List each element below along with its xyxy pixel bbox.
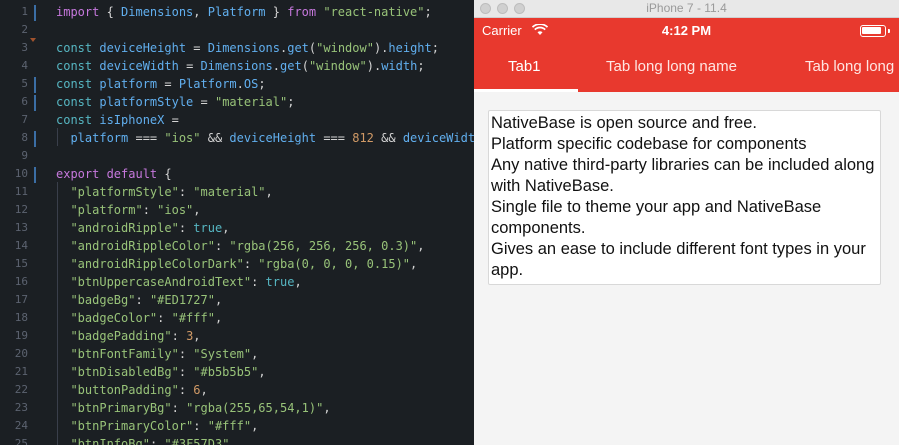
- line-number: 4: [21, 59, 28, 72]
- tab-tab1[interactable]: Tab1: [508, 44, 541, 92]
- line-number: 24: [14, 419, 28, 432]
- line-number: 13: [14, 221, 28, 234]
- git-change-marker: [34, 167, 36, 183]
- code-text: "btnInfoBg": "#3F57D3",: [70, 437, 237, 445]
- line-number: 23: [14, 401, 28, 414]
- line-number: 17: [14, 293, 28, 306]
- simulator-titlebar: iPhone 7 - 11.4: [474, 0, 899, 18]
- code-text: "badgePadding": 3,: [70, 329, 201, 343]
- code-line[interactable]: 10 export default {: [0, 165, 474, 183]
- code-text: "btnFontFamily": "System",: [70, 347, 259, 361]
- code-line[interactable]: 21 "btnDisabledBg": "#b5b5b5",: [0, 363, 474, 381]
- tab-bar: Tab1 Tab long long name Tab long long na…: [474, 44, 899, 92]
- code-text: "badgeColor": "#fff",: [70, 311, 223, 325]
- code-line[interactable]: 15 "androidRippleColorDark": "rgba(0, 0,…: [0, 255, 474, 273]
- code-line[interactable]: 8 platform === "ios" && deviceHeight ===…: [0, 129, 474, 147]
- line-number: 15: [14, 257, 28, 270]
- line-number: 18: [14, 311, 28, 324]
- content-card: NativeBase is open source and free. Plat…: [488, 110, 881, 285]
- simulator-title: iPhone 7 - 11.4: [646, 1, 727, 15]
- code-text: "androidRippleColor": "rgba(256, 256, 25…: [70, 239, 425, 253]
- code-line[interactable]: 2: [0, 21, 474, 39]
- line-number: 9: [21, 149, 28, 162]
- code-line[interactable]: 17 "badgeBg": "#ED1727",: [0, 291, 474, 309]
- code-text: platform === "ios" && deviceHeight === 8…: [70, 131, 474, 145]
- iphone-simulator: iPhone 7 - 11.4 Carrier 4:12 PM Tab1 Tab…: [474, 0, 899, 445]
- active-tab-indicator: [474, 89, 578, 92]
- line-number: 3: [21, 41, 28, 54]
- code-line[interactable]: 22 "buttonPadding": 6,: [0, 381, 474, 399]
- code-line[interactable]: 19 "badgePadding": 3,: [0, 327, 474, 345]
- line-number: 25: [14, 437, 28, 445]
- line-number: 11: [14, 185, 28, 198]
- git-change-marker: [34, 5, 36, 21]
- paragraph: NativeBase is open source and free.: [491, 114, 757, 132]
- code-line[interactable]: 4 const deviceWidth = Dimensions.get("win…: [0, 57, 474, 75]
- status-bar: Carrier 4:12 PM: [474, 18, 899, 44]
- code-text: "btnPrimaryColor": "#fff",: [70, 419, 259, 433]
- line-number: 7: [21, 113, 28, 126]
- line-number: 2: [21, 23, 28, 36]
- line-number: 22: [14, 383, 28, 396]
- code-text: const deviceHeight = Dimensions.get("win…: [56, 41, 439, 55]
- code-line[interactable]: 12 "platform": "ios",: [0, 201, 474, 219]
- code-line[interactable]: 6 const platformStyle = "material";: [0, 93, 474, 111]
- code-line[interactable]: 16 "btnUppercaseAndroidText": true,: [0, 273, 474, 291]
- code-line[interactable]: 7 const isIphoneX =: [0, 111, 474, 129]
- code-text: "androidRipple": true,: [70, 221, 230, 235]
- tab-long-name-1[interactable]: Tab long long name: [606, 44, 737, 92]
- paragraph: Gives an ease to include different font …: [491, 240, 866, 279]
- code-text: export default {: [56, 167, 172, 181]
- code-text: const deviceWidth = Dimensions.get("wind…: [56, 59, 425, 73]
- code-text: "buttonPadding": 6,: [70, 383, 208, 397]
- paragraph: Platform specific codebase for component…: [491, 135, 807, 153]
- code-line[interactable]: 24 "btnPrimaryColor": "#fff",: [0, 417, 474, 435]
- tab-long-name-2[interactable]: Tab long long name: [805, 44, 899, 92]
- git-change-marker: [34, 77, 36, 93]
- code-text: "androidRippleColorDark": "rgba(0, 0, 0,…: [70, 257, 418, 271]
- code-line[interactable]: 5 const platform = Platform.OS;: [0, 75, 474, 93]
- code-line[interactable]: 11 "platformStyle": "material",: [0, 183, 474, 201]
- line-number: 5: [21, 77, 28, 90]
- git-change-marker: [34, 131, 36, 147]
- code-text: "badgeBg": "#ED1727",: [70, 293, 223, 307]
- git-change-marker: [34, 95, 36, 111]
- code-line[interactable]: 25 "btnInfoBg": "#3F57D3",: [0, 435, 474, 445]
- line-number: 16: [14, 275, 28, 288]
- code-text: "platform": "ios",: [70, 203, 201, 217]
- code-line[interactable]: 20 "btnFontFamily": "System",: [0, 345, 474, 363]
- paragraph: Any native third-party libraries can be …: [491, 156, 875, 195]
- code-line[interactable]: 3 const deviceHeight = Dimensions.get("wi…: [0, 39, 474, 57]
- code-line[interactable]: 23 "btnPrimaryBg": "rgba(255,65,54,1)",: [0, 399, 474, 417]
- code-line[interactable]: 9: [0, 147, 474, 165]
- code-text: import { Dimensions, Platform } from "re…: [56, 5, 432, 19]
- code-text: const platformStyle = "material";: [56, 95, 295, 109]
- line-number: 20: [14, 347, 28, 360]
- code-text: "platformStyle": "material",: [70, 185, 273, 199]
- code-text: "btnPrimaryBg": "rgba(255,65,54,1)",: [70, 401, 331, 415]
- status-time: 4:12 PM: [661, 23, 712, 38]
- line-number: 10: [14, 167, 28, 180]
- code-line[interactable]: 13 "androidRipple": true,: [0, 219, 474, 237]
- code-line[interactable]: 18 "badgeColor": "#fff",: [0, 309, 474, 327]
- line-number: 12: [14, 203, 28, 216]
- line-number: 8: [21, 131, 28, 144]
- code-line[interactable]: 1 import { Dimensions, Platform } from "r…: [0, 3, 474, 21]
- line-number: 6: [21, 95, 28, 108]
- code-text: const isIphoneX =: [56, 113, 179, 127]
- code-text: "btnDisabledBg": "#b5b5b5",: [70, 365, 266, 379]
- line-number: 14: [14, 239, 28, 252]
- paragraph: Single file to theme your app and Native…: [491, 198, 822, 237]
- code-line[interactable]: 14 "androidRippleColor": "rgba(256, 256,…: [0, 237, 474, 255]
- battery-icon: [860, 25, 890, 37]
- line-number: 19: [14, 329, 28, 342]
- code-text: const platform = Platform.OS;: [56, 77, 266, 91]
- line-number: 21: [14, 365, 28, 378]
- line-number: 1: [21, 5, 28, 18]
- code-text: "btnUppercaseAndroidText": true,: [70, 275, 302, 289]
- code-editor[interactable]: 1 import { Dimensions, Platform } from "r…: [0, 0, 474, 445]
